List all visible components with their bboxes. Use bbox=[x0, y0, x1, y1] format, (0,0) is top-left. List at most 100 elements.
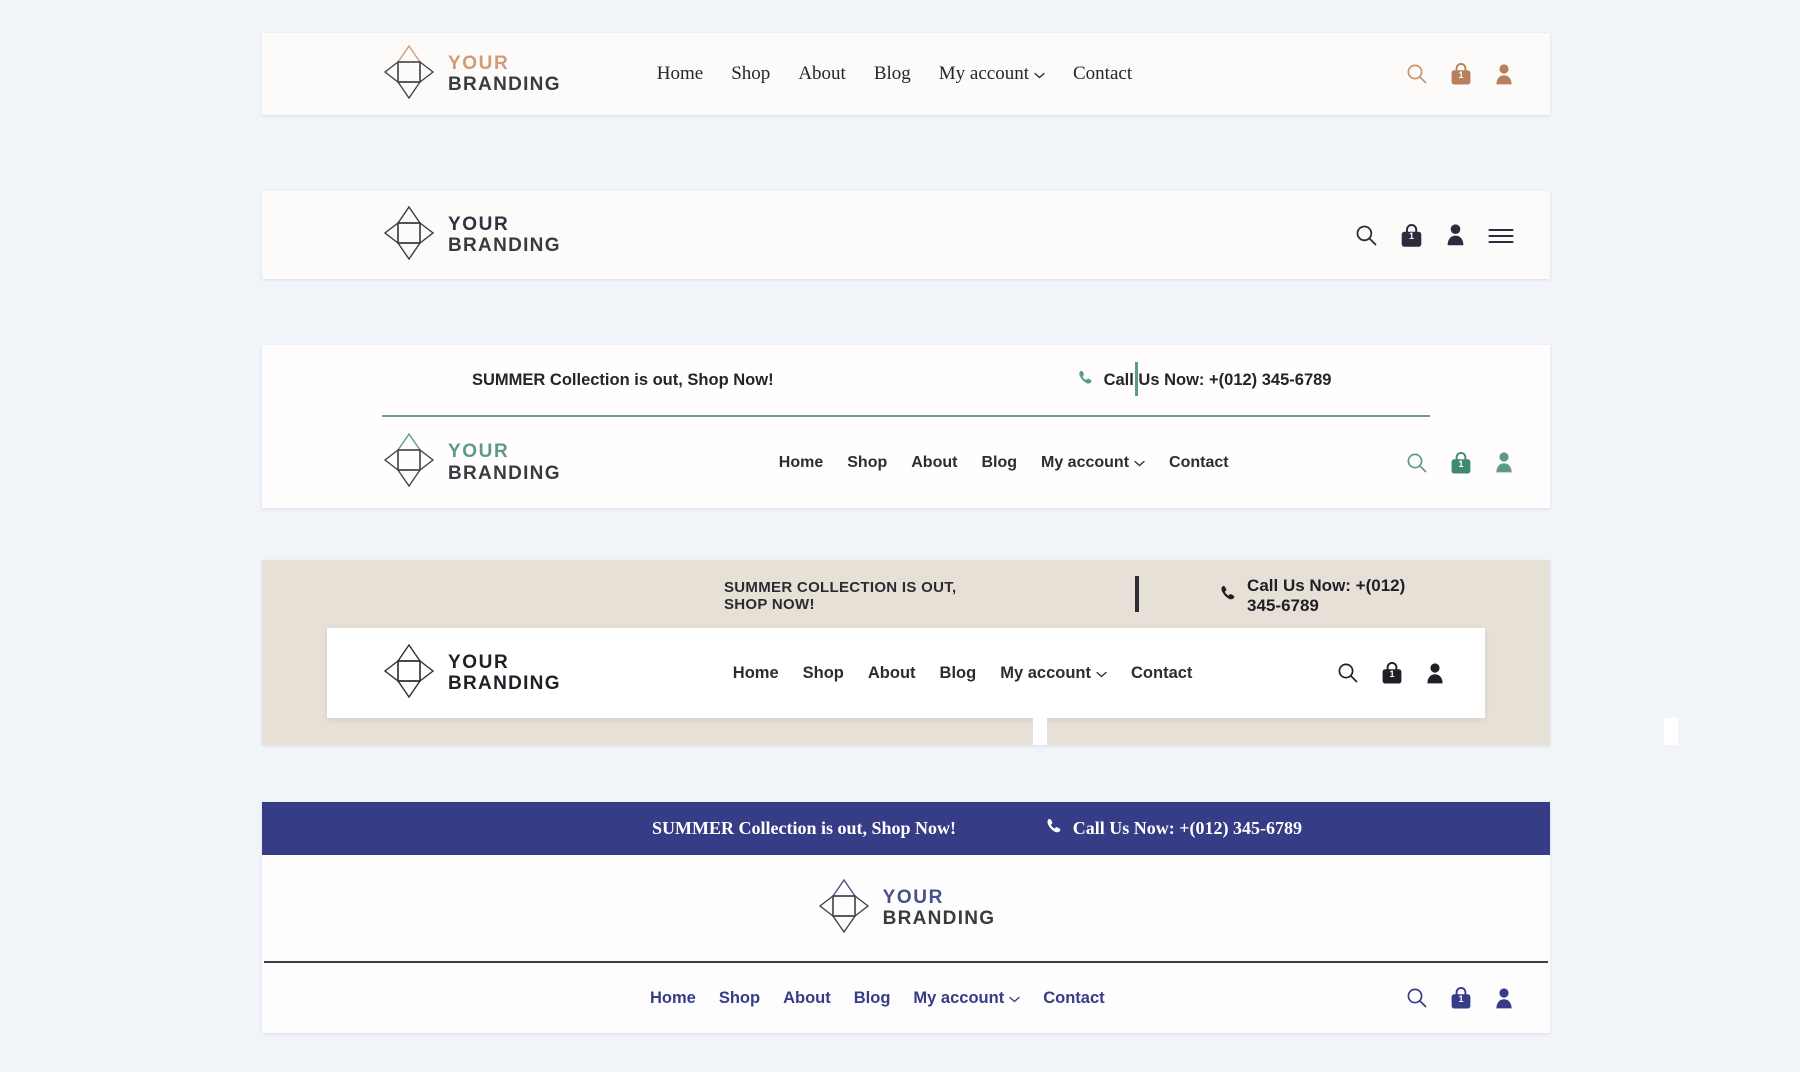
logo-line-1: YOUR bbox=[448, 441, 510, 463]
promo-message: SUMMER COLLECTION IS OUT, SHOP NOW! bbox=[724, 579, 957, 613]
nav-item-contact[interactable]: Contact bbox=[1073, 63, 1132, 85]
nav-item-my-account[interactable]: My account bbox=[1000, 664, 1107, 683]
primary-nav-4: Home Shop About Blog My account Contact bbox=[733, 664, 1193, 683]
nav-label: Home bbox=[656, 63, 704, 84]
nav-label: My account bbox=[913, 988, 1005, 1007]
chevron-down-icon bbox=[1034, 63, 1045, 85]
nav-label: Blog bbox=[981, 453, 1017, 471]
header-variant-4: SUMMER COLLECTION IS OUT, SHOP NOW! Call… bbox=[262, 560, 1678, 745]
diamond-logo-icon bbox=[382, 43, 436, 106]
logo-line-2: BRANDING bbox=[448, 462, 561, 484]
logo-line-1: YOUR bbox=[882, 886, 944, 908]
header-icons-4: 1 bbox=[1337, 661, 1445, 685]
call-us-block[interactable]: Call Us Now: +(012) 345-6789 bbox=[1219, 576, 1430, 616]
site-logo[interactable]: YOUR BRANDING bbox=[382, 431, 561, 494]
nav-item-contact[interactable]: Contact bbox=[1043, 989, 1104, 1008]
call-us-label: Call Us Now: +(012) 345-6789 bbox=[1247, 576, 1406, 615]
logo-line-2: BRANDING bbox=[448, 235, 561, 256]
nav-item-blog[interactable]: Blog bbox=[854, 989, 891, 1008]
logo-wordmark: YOUR BRANDING bbox=[448, 53, 561, 96]
user-account-icon[interactable] bbox=[1425, 662, 1445, 685]
diamond-logo-icon bbox=[382, 431, 436, 494]
nav-item-blog[interactable]: Blog bbox=[981, 454, 1017, 472]
vertical-divider bbox=[1135, 362, 1138, 396]
call-us-block[interactable]: Call Us Now: +(012) 345-6789 bbox=[1077, 369, 1331, 392]
shopping-bag-icon[interactable]: 1 bbox=[1400, 223, 1423, 248]
logo-wordmark: YOUR BRANDING bbox=[448, 652, 561, 695]
nav-item-shop[interactable]: Shop bbox=[719, 989, 760, 1008]
nav-item-shop[interactable]: Shop bbox=[847, 454, 887, 472]
nav-item-home[interactable]: Home bbox=[779, 454, 823, 472]
header-icons-1: 1 bbox=[1406, 62, 1514, 86]
nav-item-home[interactable]: Home bbox=[733, 664, 779, 683]
shopping-bag-icon[interactable]: 1 bbox=[1381, 661, 1403, 685]
nav-label: About bbox=[783, 988, 831, 1007]
search-icon[interactable] bbox=[1406, 452, 1428, 474]
hamburger-menu-icon[interactable] bbox=[1488, 225, 1514, 245]
nav-label: Home bbox=[778, 453, 824, 471]
nav-label: Blog bbox=[853, 988, 891, 1007]
header-icons-2: 1 bbox=[1355, 223, 1514, 248]
nav-item-my-account[interactable]: My account bbox=[913, 989, 1020, 1008]
header-showcase-page: YOUR BRANDING Home Shop About Blog My ac… bbox=[0, 0, 1800, 1072]
site-logo[interactable]: YOUR BRANDING bbox=[382, 43, 561, 106]
site-logo[interactable]: YOUR BRANDING bbox=[382, 642, 561, 705]
nav-label: Shop bbox=[718, 988, 761, 1007]
logo-line-2: BRANDING bbox=[882, 908, 996, 929]
search-icon[interactable] bbox=[1337, 662, 1359, 684]
nav-item-blog[interactable]: Blog bbox=[874, 63, 911, 85]
nav-item-home[interactable]: Home bbox=[650, 989, 696, 1008]
user-account-icon[interactable] bbox=[1494, 987, 1514, 1010]
logo-line-1: YOUR bbox=[448, 52, 510, 74]
nav-item-my-account[interactable]: My account bbox=[1041, 454, 1145, 472]
announcement-bar-5: SUMMER Collection is out, Shop Now! Call… bbox=[262, 802, 1550, 855]
call-us-block[interactable]: Call Us Now: +(012) 345-6789 bbox=[1045, 817, 1302, 841]
shopping-bag-icon[interactable]: 1 bbox=[1450, 986, 1472, 1010]
promo-message: SUMMER Collection is out, Shop Now! bbox=[472, 370, 774, 389]
nav-item-about[interactable]: About bbox=[868, 664, 916, 683]
shopping-bag-icon[interactable]: 1 bbox=[1450, 62, 1472, 86]
search-icon[interactable] bbox=[1406, 987, 1428, 1009]
card-edge-tab-left bbox=[1033, 718, 1047, 745]
nav-label: About bbox=[867, 663, 916, 682]
nav-item-about[interactable]: About bbox=[911, 454, 957, 472]
nav-item-blog[interactable]: Blog bbox=[940, 664, 977, 683]
logo-line-2: BRANDING bbox=[448, 74, 561, 95]
user-account-icon[interactable] bbox=[1494, 451, 1514, 474]
nav-label: Shop bbox=[731, 63, 771, 84]
announcement-bar-4: SUMMER COLLECTION IS OUT, SHOP NOW! Call… bbox=[262, 560, 1550, 632]
logo-wordmark: YOUR BRANDING bbox=[448, 214, 561, 257]
nav-label: Shop bbox=[847, 453, 888, 471]
nav-item-home[interactable]: Home bbox=[657, 63, 703, 85]
primary-nav-3: Home Shop About Blog My account Contact bbox=[779, 454, 1229, 472]
nav-item-contact[interactable]: Contact bbox=[1169, 454, 1229, 472]
header-variant-5: SUMMER Collection is out, Shop Now! Call… bbox=[262, 802, 1550, 1033]
nav-label: Blog bbox=[873, 63, 911, 84]
user-account-icon[interactable] bbox=[1445, 223, 1466, 247]
nav-item-shop[interactable]: Shop bbox=[731, 63, 770, 85]
nav-item-about[interactable]: About bbox=[783, 989, 831, 1008]
primary-nav-1: Home Shop About Blog My account Contact bbox=[657, 63, 1132, 85]
call-us-label: Call Us Now: +(012) 345-6789 bbox=[1072, 818, 1302, 838]
nav-item-contact[interactable]: Contact bbox=[1131, 664, 1192, 683]
search-icon[interactable] bbox=[1355, 224, 1378, 247]
diamond-logo-icon bbox=[382, 204, 436, 267]
user-account-icon[interactable] bbox=[1494, 63, 1514, 86]
search-icon[interactable] bbox=[1406, 63, 1428, 85]
phone-icon bbox=[1077, 369, 1095, 392]
chevron-down-icon bbox=[1134, 454, 1145, 472]
site-logo[interactable]: YOUR BRANDING bbox=[817, 877, 996, 940]
nav-label: Home bbox=[732, 663, 779, 682]
site-logo[interactable]: YOUR BRANDING bbox=[382, 204, 561, 267]
announcement-bar-3: SUMMER Collection is out, Shop Now! Call… bbox=[262, 345, 1550, 415]
phone-icon bbox=[1219, 584, 1238, 608]
nav-item-shop[interactable]: Shop bbox=[803, 664, 844, 683]
logo-line-2: BRANDING bbox=[448, 673, 561, 694]
nav-item-about[interactable]: About bbox=[798, 63, 846, 85]
shopping-bag-icon[interactable]: 1 bbox=[1450, 451, 1472, 475]
nav-label: Blog bbox=[939, 663, 977, 682]
header-icons-5: 1 bbox=[1406, 986, 1514, 1010]
nav-row-3: YOUR BRANDING Home Shop About Blog My ac… bbox=[262, 417, 1550, 508]
header-variant-2: YOUR BRANDING 1 bbox=[262, 191, 1550, 279]
nav-item-my-account[interactable]: My account bbox=[939, 63, 1045, 85]
